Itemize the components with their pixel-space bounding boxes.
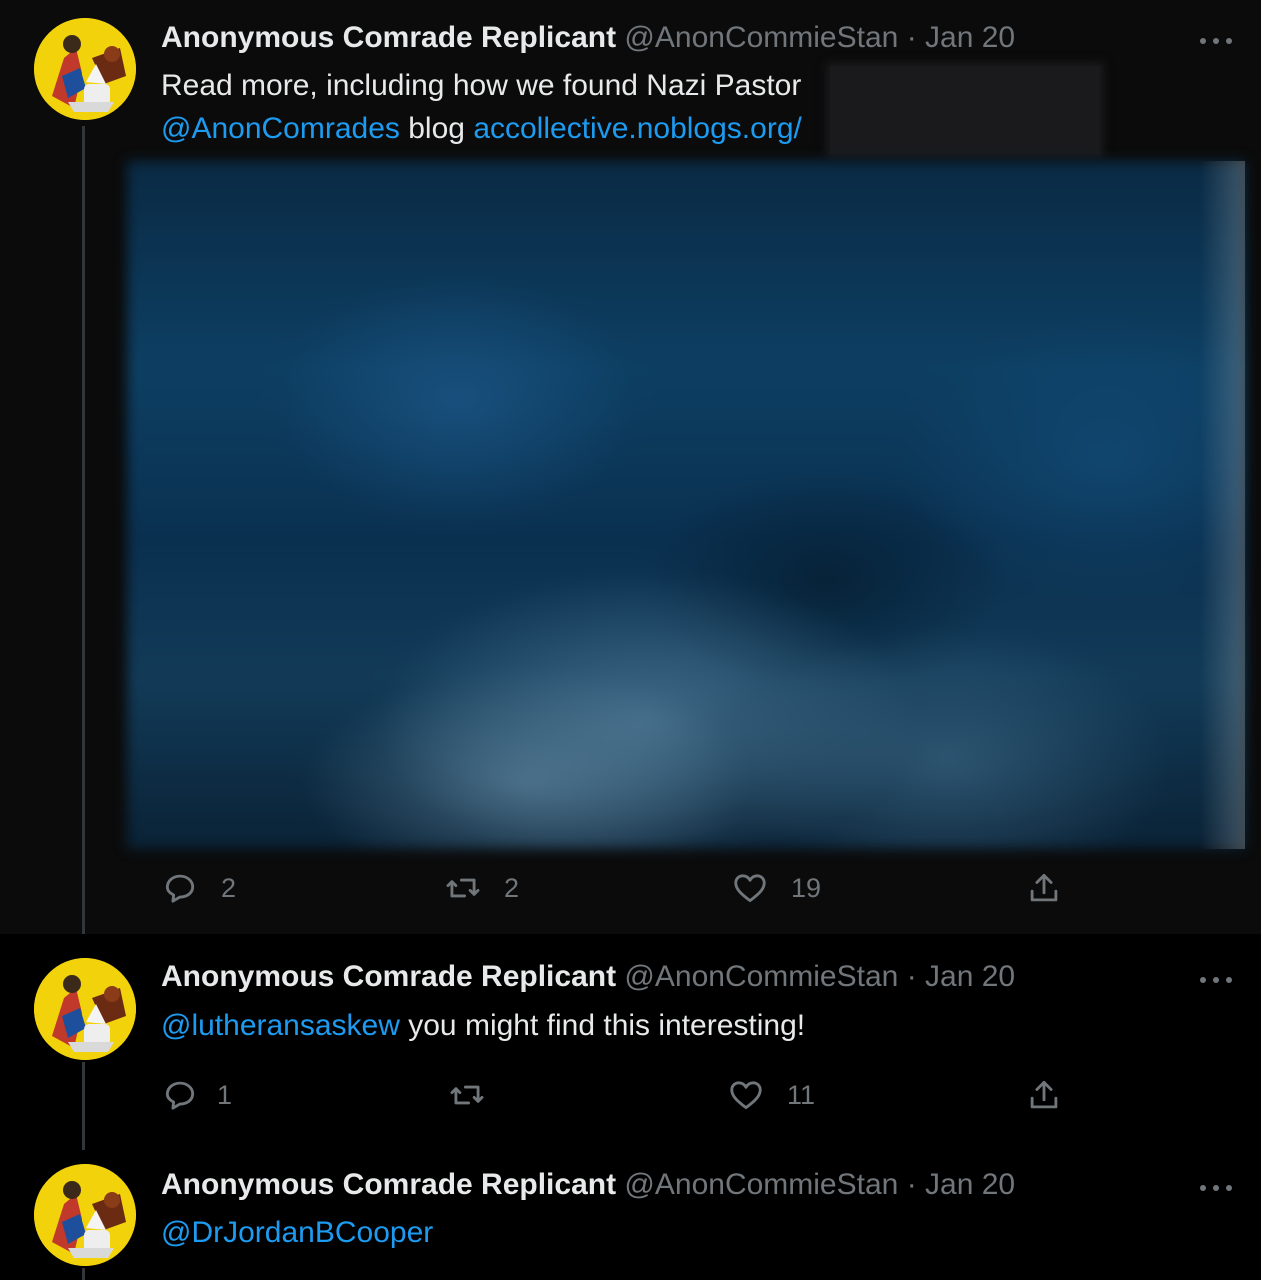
heart-icon bbox=[734, 874, 766, 903]
like-button[interactable]: 19 bbox=[731, 868, 821, 908]
avatar-image bbox=[34, 958, 136, 1060]
share-icon bbox=[1030, 1080, 1058, 1109]
like-count: 19 bbox=[791, 872, 822, 903]
media-edge bbox=[1200, 161, 1245, 849]
author-handle[interactable]: @AnonCommieStan bbox=[624, 21, 898, 54]
author-name[interactable]: Anonymous Comrade Replicant bbox=[161, 960, 616, 993]
avatar[interactable] bbox=[34, 1164, 136, 1266]
separator: · bbox=[906, 1168, 917, 1201]
heart-icon bbox=[730, 1081, 762, 1110]
tweet[interactable]: Anonymous Comrade Replicant @AnonCommieS… bbox=[0, 934, 1261, 1150]
author-handle[interactable]: @AnonCommieStan bbox=[624, 960, 898, 993]
tweet-date[interactable]: Jan 20 bbox=[925, 21, 1015, 54]
thread-line bbox=[82, 126, 85, 934]
tweet-media-image[interactable] bbox=[127, 161, 1245, 849]
mention-link[interactable]: @lutheransaskew bbox=[161, 1009, 400, 1042]
tweet-text-line: @lutheransaskew you might find this inte… bbox=[161, 1004, 805, 1047]
share-icon bbox=[1030, 873, 1058, 902]
avatar-image bbox=[34, 1164, 136, 1266]
mention-link[interactable]: @AnonComrades bbox=[161, 112, 400, 145]
reply-button[interactable]: 2 bbox=[161, 868, 236, 908]
avatar[interactable] bbox=[34, 18, 136, 120]
retweet-icon bbox=[450, 1085, 484, 1105]
reply-icon bbox=[165, 874, 195, 903]
author-name[interactable]: Anonymous Comrade Replicant bbox=[161, 1168, 616, 1201]
like-button[interactable]: 11 bbox=[727, 1075, 815, 1115]
separator: · bbox=[906, 21, 917, 54]
share-button[interactable] bbox=[1025, 1075, 1063, 1115]
author-name[interactable]: Anonymous Comrade Replicant bbox=[161, 21, 616, 54]
tweet-text: blog bbox=[408, 112, 465, 145]
tweet-text-line: Read more, including how we found Nazi P… bbox=[161, 69, 802, 102]
separator: · bbox=[906, 960, 917, 993]
retweet-icon bbox=[446, 878, 480, 898]
like-count: 11 bbox=[787, 1079, 816, 1110]
reply-count: 2 bbox=[221, 872, 237, 903]
retweet-button[interactable]: 2 bbox=[444, 868, 519, 908]
share-button[interactable] bbox=[1025, 868, 1063, 908]
tweet[interactable]: Anonymous Comrade Replicant @AnonCommieS… bbox=[0, 1150, 1261, 1280]
retweet-button[interactable] bbox=[448, 1075, 508, 1115]
more-icon[interactable] bbox=[1196, 1177, 1240, 1197]
more-icon[interactable] bbox=[1196, 969, 1240, 989]
reply-icon bbox=[165, 1081, 195, 1110]
thread-line bbox=[82, 1268, 85, 1280]
avatar-image bbox=[34, 18, 136, 120]
more-icon[interactable] bbox=[1196, 30, 1240, 50]
url-link[interactable]: accollective.noblogs.org/ bbox=[473, 112, 802, 145]
reply-button[interactable]: 1 bbox=[161, 1075, 232, 1115]
tweet-header: Anonymous Comrade Replicant @AnonCommieS… bbox=[161, 1167, 1015, 1203]
tweet-text: you might find this interesting! bbox=[408, 1009, 806, 1042]
tweet-header: Anonymous Comrade Replicant @AnonCommieS… bbox=[161, 20, 1015, 56]
tweet-text-line: @AnonComrades blog accollective.noblogs.… bbox=[161, 107, 802, 150]
tweet-date[interactable]: Jan 20 bbox=[925, 1168, 1015, 1201]
retweet-count: 2 bbox=[504, 872, 520, 903]
avatar[interactable] bbox=[34, 958, 136, 1060]
tweet-text-line: @DrJordanBCooper bbox=[161, 1211, 433, 1254]
tweet-date[interactable]: Jan 20 bbox=[925, 960, 1015, 993]
tweet[interactable]: Anonymous Comrade Replicant @AnonCommieS… bbox=[0, 0, 1261, 934]
author-handle[interactable]: @AnonCommieStan bbox=[624, 1168, 898, 1201]
mention-link[interactable]: @DrJordanBCooper bbox=[161, 1216, 433, 1249]
redaction-block bbox=[830, 66, 1100, 154]
reply-count: 1 bbox=[217, 1079, 233, 1110]
tweet-header: Anonymous Comrade Replicant @AnonCommieS… bbox=[161, 959, 1015, 995]
thread-line bbox=[82, 1062, 85, 1150]
